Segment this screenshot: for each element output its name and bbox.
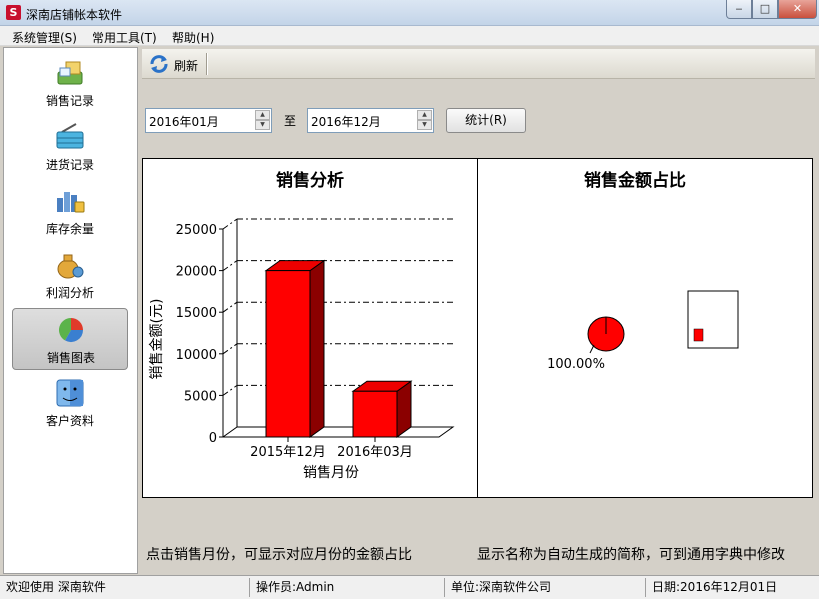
sales-bar-chart: 销售分析 销售金额(元) 销售月份 0 5000 10000 15000 20000 25… [149, 170, 455, 481]
sidebar-item-sales-record[interactable]: 销售记录 [12, 52, 128, 114]
window-title: 深南店铺帐本软件 [26, 8, 123, 22]
bar-chart-x-axis-label: 销售月份 [303, 465, 359, 481]
status-welcome: 欢迎使用 深南软件 [6, 580, 106, 594]
hint-right: 显示名称为自动生成的简称，可到通用字典中修改 [477, 547, 785, 563]
end-date-picker[interactable]: 2016年12月 ▲ ▼ [307, 108, 434, 133]
start-date-value: 2016年01月 [149, 115, 219, 129]
status-bar: 欢迎使用 深南软件 操作员:Admin 单位:深南软件公司 日期:2016年12… [0, 575, 819, 599]
sidebar-item-label: 库存余量 [45, 222, 94, 236]
refresh-label: 刷新 [174, 59, 199, 73]
bar-chart-y-tick-label: 20000 [176, 265, 217, 280]
menu-bar: 系统管理(S) 常用工具(T) 帮助(H) [0, 26, 819, 46]
inventory-icon [57, 192, 85, 213]
bar-chart-gridline [222, 384, 238, 396]
sidebar-item-label: 利润分析 [45, 286, 94, 300]
refresh-button[interactable]: 刷新 [146, 52, 206, 76]
bar-chart-gridline [222, 218, 238, 230]
refresh-icon [150, 55, 168, 73]
sales-pie-chart-panel: 销售金额占比 100.00% [477, 158, 813, 498]
purchase-basket-icon [56, 123, 84, 149]
sidebar-item-label: 进货记录 [45, 158, 94, 172]
pie-chart-icon [58, 318, 83, 343]
bar [352, 390, 398, 438]
bar-chart-y-tick-label: 10000 [176, 348, 217, 363]
sales-record-icon [57, 61, 83, 85]
sidebar-item-sales-chart[interactable]: 销售图表 [12, 308, 128, 370]
bar-chart-y-tick-label: 25000 [176, 223, 217, 238]
statistics-button[interactable]: 统计(R) [446, 108, 526, 133]
minimize-button[interactable]: ‒ [726, 0, 752, 19]
end-date-value: 2016年12月 [311, 115, 381, 129]
hint-left: 点击销售月份，可显示对应月份的金额占比 [146, 547, 412, 563]
sales-pie-chart: 销售金额占比 100.00% [547, 170, 739, 372]
status-unit: 单位:深南软件公司 [444, 578, 645, 597]
menu-tools[interactable]: 常用工具(T) [92, 29, 157, 46]
finder-face-icon [56, 379, 84, 407]
bar-chart-floor [221, 426, 455, 438]
pie-label-leader [589, 344, 595, 354]
bar-chart-y-tick-label: 15000 [176, 306, 217, 321]
toolbar-separator [206, 53, 208, 75]
money-bag-icon [57, 254, 84, 279]
date-range-separator: 至 [284, 114, 297, 128]
title-bar: S 深南店铺帐本软件 ‒ □ ✕ [0, 0, 819, 26]
bar-chart-title: 销售分析 [276, 170, 344, 191]
menu-system[interactable]: 系统管理(S) [12, 29, 77, 46]
sidebar: 销售记录 进货记录 库存余量 利润分析 销售图表 客户资料 [3, 47, 138, 574]
bar-chart-gridline [222, 301, 238, 313]
toolbar: 刷新 [142, 49, 815, 79]
sidebar-item-inventory[interactable]: 库存余量 [12, 180, 128, 242]
pie-chart-title: 销售金额占比 [584, 170, 686, 191]
sidebar-item-label: 销售记录 [45, 94, 94, 108]
bar-chart-y-tick-label: 5000 [184, 389, 217, 404]
status-operator: 操作员:Admin [249, 578, 444, 597]
start-date-picker[interactable]: 2016年01月 ▲ ▼ [145, 108, 272, 133]
bar-chart-x-tick-label: 2016年03月 [337, 445, 413, 460]
maximize-button[interactable]: □ [752, 0, 778, 19]
sidebar-item-customer-info[interactable]: 客户资料 [12, 372, 128, 434]
end-date-spinner[interactable]: ▲ ▼ [417, 110, 432, 131]
sidebar-item-purchase-record[interactable]: 进货记录 [12, 116, 128, 178]
start-date-spinner[interactable]: ▲ ▼ [255, 110, 270, 131]
bar-side [309, 259, 325, 438]
sidebar-item-profit-analysis[interactable]: 利润分析 [12, 244, 128, 306]
app-logo-icon: S [6, 5, 21, 20]
bar-chart-gridline [222, 343, 238, 355]
sidebar-item-label: 销售图表 [46, 351, 95, 365]
main-panel: 刷新 2016年01月 ▲ ▼ 至 2016年12月 ▲ ▼ 统计(R) 销售分析 … [140, 47, 817, 574]
bar-chart-gridline [222, 260, 238, 272]
bar-chart-y-tick-label: 0 [209, 431, 217, 446]
status-date: 日期:2016年12月01日 [645, 578, 819, 597]
close-button[interactable]: ✕ [778, 0, 817, 19]
bar [265, 270, 311, 438]
sales-bar-chart-panel: 销售分析 销售金额(元) 销售月份 0 5000 10000 15000 20000 25… [142, 158, 478, 498]
pie-slice-label: 100.00% [547, 357, 605, 372]
pie-legend-swatch [693, 328, 704, 342]
sidebar-item-label: 客户资料 [45, 414, 94, 428]
menu-help[interactable]: 帮助(H) [172, 29, 214, 46]
bar-chart-y-axis-label: 销售金额(元) [149, 299, 165, 380]
bar-chart-x-tick-label: 2015年12月 [250, 445, 326, 460]
